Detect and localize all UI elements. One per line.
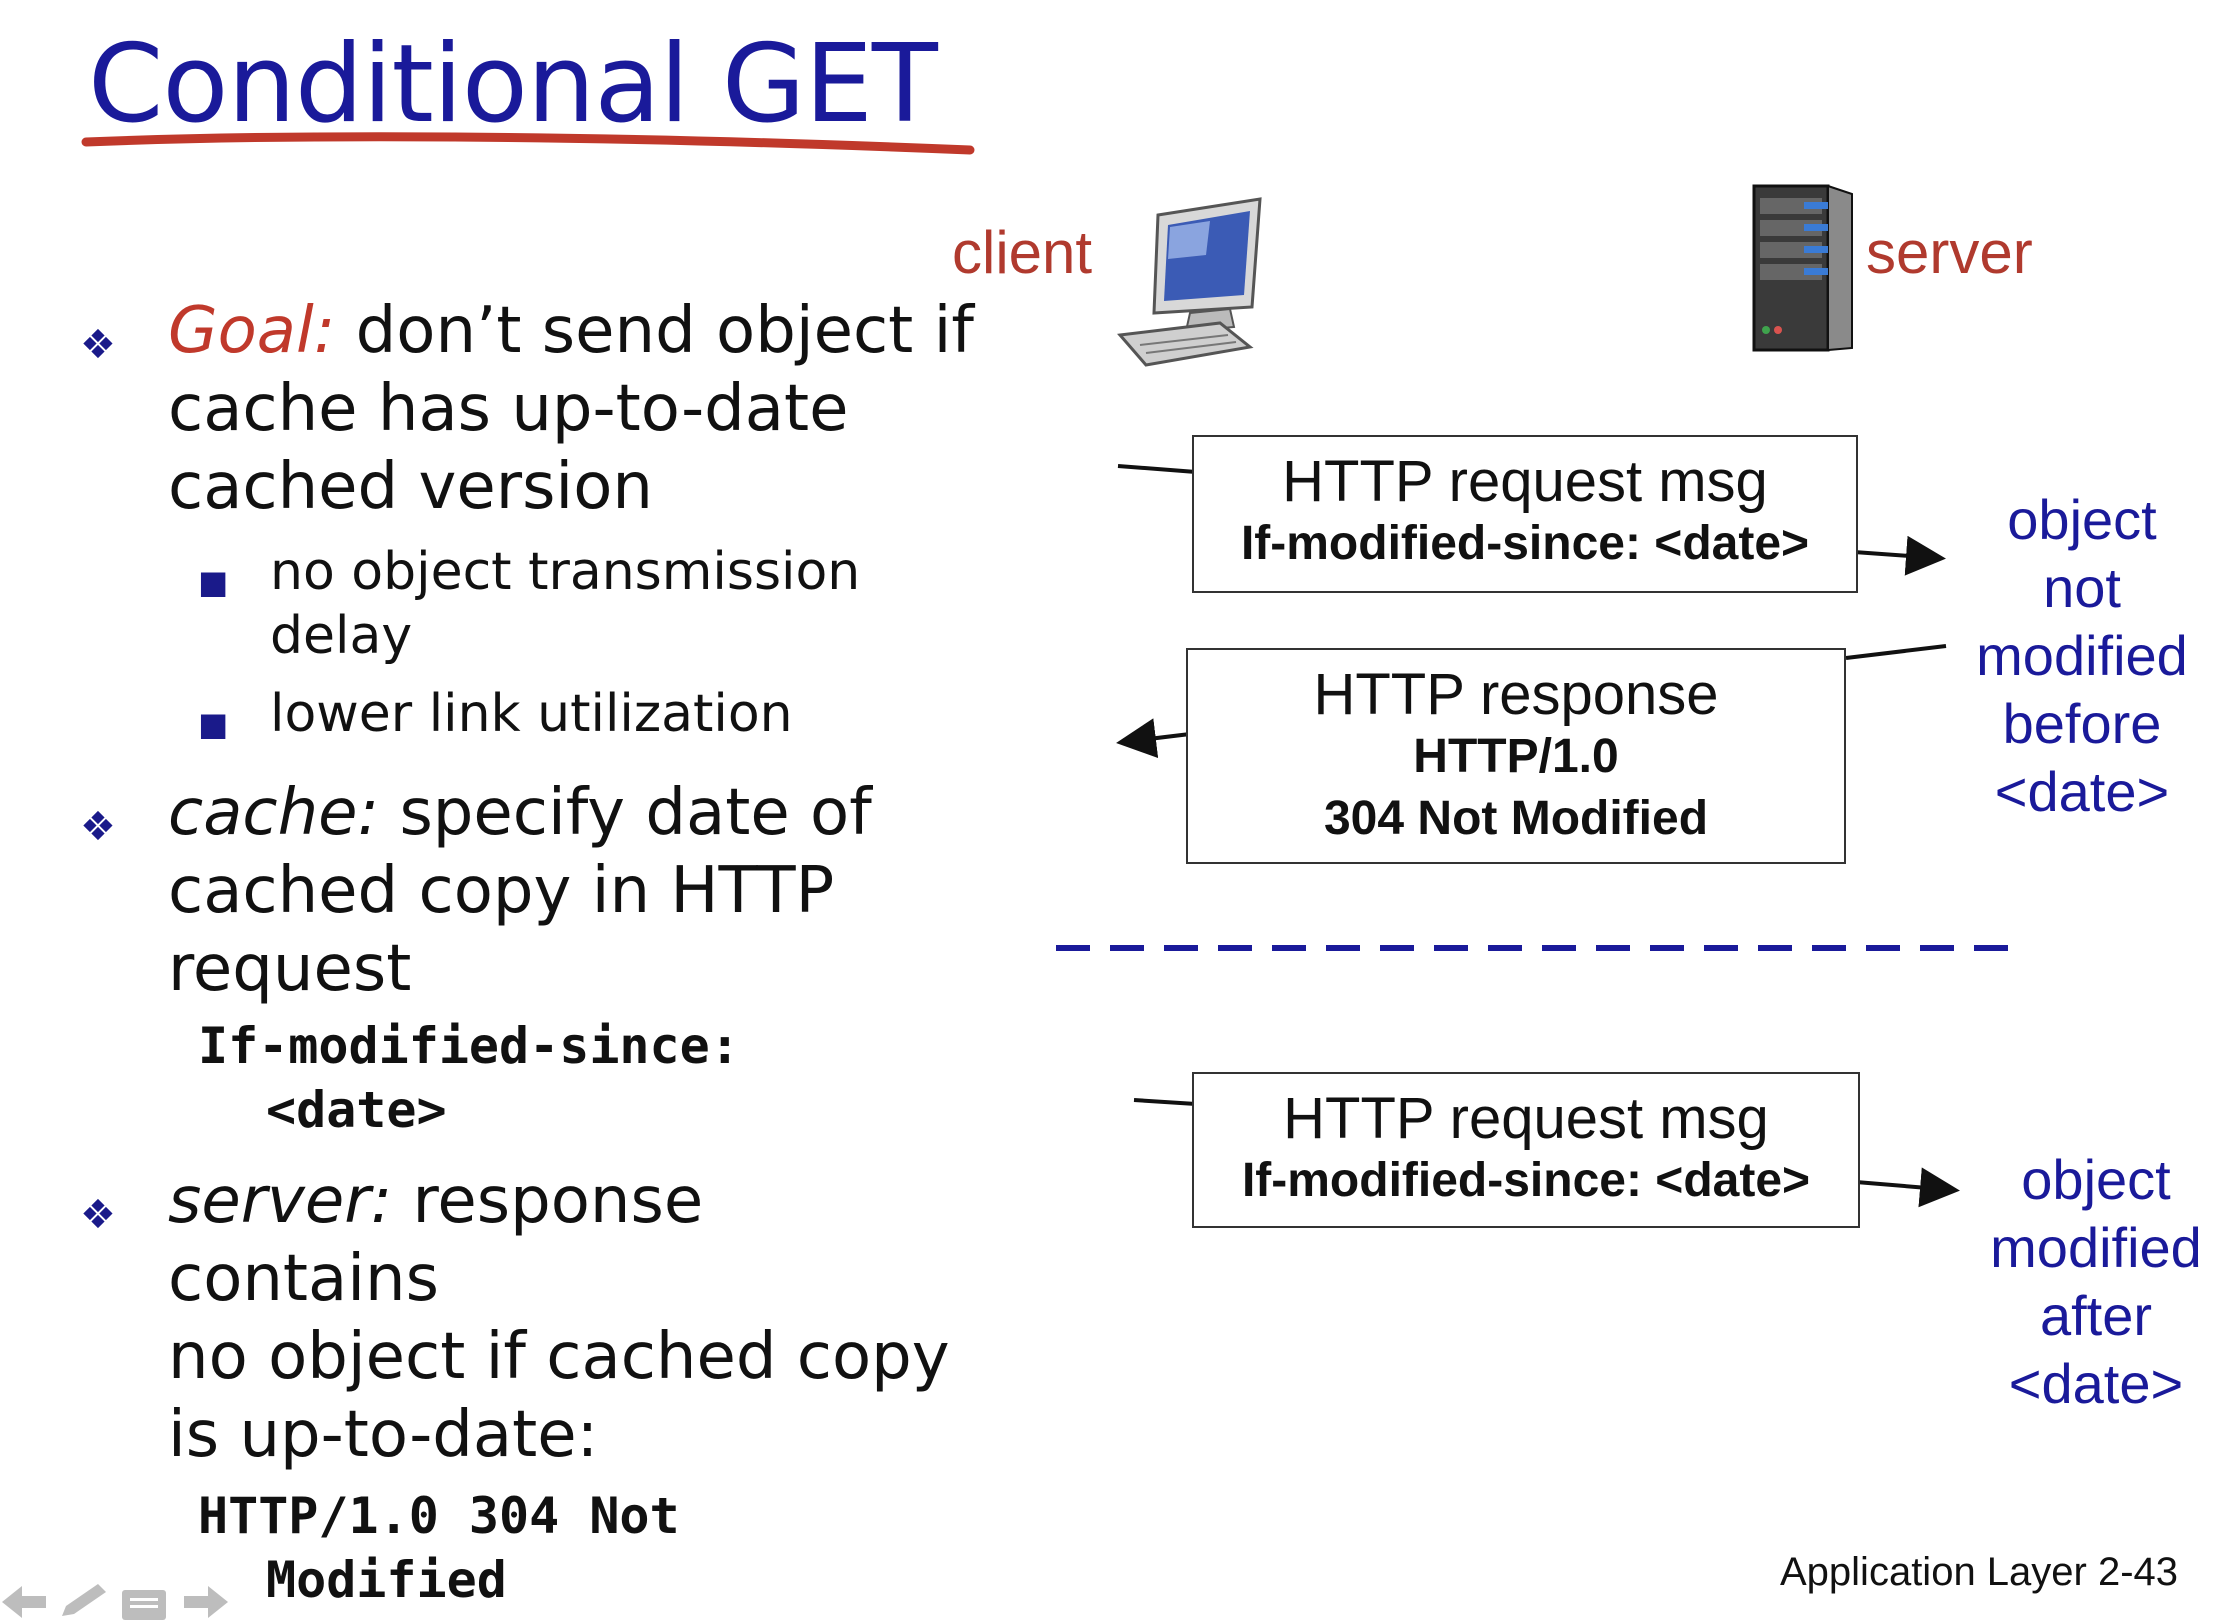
note-line: <date> [1994,760,2170,823]
note-line: after [2039,1284,2153,1347]
request-box-2-title: HTTP request msg [1283,1086,1769,1151]
note-line: not [2043,556,2121,619]
response-box-status: 304 Not Modified [1323,792,1709,845]
note-not-modified: object not modified before <date> [1962,486,2202,826]
response-box-title: HTTP response [1313,662,1719,727]
pen-icon[interactable] [62,1584,106,1616]
presentation-nav [2,1584,228,1620]
request-box-1: HTTP request msg If-modified-since: <dat… [1192,435,1858,593]
request-box-2-header: If-modified-since: <date> [1241,1154,1811,1207]
diagram-lines [1056,464,2026,1208]
slide-footer: Application Layer 2-43 [1780,1550,2179,1594]
note-line: object [2021,1148,2171,1211]
note-line: object [2007,488,2157,551]
back-arrow-icon[interactable] [2,1586,46,1618]
note-line: modified [1990,1216,2202,1279]
note-modified: object modified after <date> [1976,1146,2216,1418]
response-box-version: HTTP/1.0 [1413,730,1619,783]
note-line: before [2002,692,2162,755]
note-line: modified [1976,624,2188,687]
request-box-1-title: HTTP request msg [1282,449,1768,514]
request-box-1-header: If-modified-since: <date> [1240,517,1810,570]
note-line: <date> [2008,1352,2184,1415]
request-box-2: HTTP request msg If-modified-since: <dat… [1192,1072,1860,1228]
forward-arrow-icon[interactable] [184,1586,228,1618]
menu-icon[interactable] [122,1590,166,1620]
response-box: HTTP response HTTP/1.0 304 Not Modified [1186,648,1846,864]
